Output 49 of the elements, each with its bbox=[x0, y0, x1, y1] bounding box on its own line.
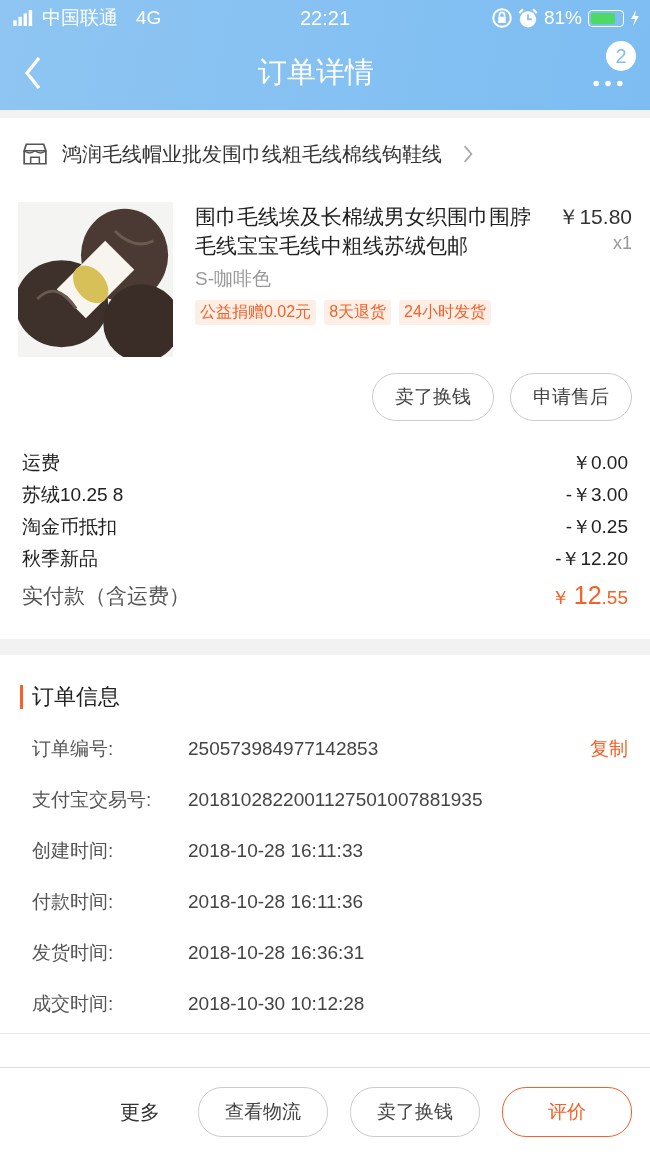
network-type: 4G bbox=[136, 7, 162, 29]
fee-label: 秋季新品 bbox=[22, 547, 98, 571]
info-value: 2018-10-30 10:12:28 bbox=[188, 992, 366, 1015]
info-value: 250573984977142853 bbox=[188, 737, 380, 760]
fee-amount: ￥0.00 bbox=[572, 451, 628, 475]
fee-label: 苏绒10.25 8 bbox=[22, 483, 124, 507]
total-amount: ￥ 12.55 bbox=[550, 581, 628, 611]
product-title[interactable]: 围巾毛线埃及长棉绒男女织围巾围脖毛线宝宝毛线中粗线苏绒包邮 bbox=[195, 202, 546, 260]
service-tag: 公益捐赠0.02元 bbox=[195, 300, 317, 325]
rotation-lock-icon bbox=[491, 8, 512, 28]
page-title: 订单详情 bbox=[257, 55, 375, 90]
fee-label: 运费 bbox=[22, 451, 60, 475]
total-label: 实付款（含运费） bbox=[22, 583, 190, 609]
service-tag: 24小时发货 bbox=[399, 300, 491, 325]
info-label: 成交时间: bbox=[32, 991, 115, 1016]
info-label: 发货时间: bbox=[32, 940, 115, 965]
notification-badge: 2 bbox=[606, 41, 636, 71]
product-price: ￥15.80 bbox=[557, 204, 632, 230]
info-label: 付款时间: bbox=[32, 889, 115, 914]
section-title: 订单信息 bbox=[20, 685, 628, 709]
info-value: 2018-10-28 16:36:31 bbox=[188, 941, 366, 964]
battery-percent: 81% bbox=[543, 7, 582, 29]
action-button[interactable]: 卖了换钱 bbox=[350, 1087, 480, 1137]
info-value: 2018-10-28 16:11:36 bbox=[188, 890, 365, 913]
info-label: 订单编号: bbox=[32, 736, 115, 761]
action-button[interactable]: 查看物流 bbox=[198, 1087, 328, 1137]
more-link[interactable]: 更多 bbox=[120, 1098, 160, 1126]
info-value: 2018-10-28 16:11:33 bbox=[188, 839, 365, 862]
fee-amount: -￥12.20 bbox=[555, 547, 628, 571]
carrier-name: 中国联通 bbox=[42, 6, 118, 30]
shop-icon bbox=[22, 142, 48, 166]
product-quantity: x1 bbox=[612, 233, 632, 254]
chevron-right-icon bbox=[462, 145, 474, 163]
shop-name[interactable]: 鸿润毛线帽业批发围巾线粗毛线棉线钩鞋线 bbox=[62, 140, 442, 168]
alarm-icon bbox=[517, 8, 538, 28]
fee-amount: -￥3.00 bbox=[565, 483, 628, 507]
info-value: 2018102822001127501007881935 bbox=[188, 788, 484, 811]
service-tag: 8天退货 bbox=[324, 300, 392, 325]
action-button[interactable]: 申请售后 bbox=[510, 373, 632, 421]
product-variant: S-咖啡色 bbox=[195, 267, 272, 291]
fee-label: 淘金币抵扣 bbox=[22, 515, 117, 539]
clock-time: 22:21 bbox=[299, 6, 351, 30]
fee-amount: -￥0.25 bbox=[565, 515, 628, 539]
action-button[interactable]: 卖了换钱 bbox=[372, 373, 494, 421]
info-label: 创建时间: bbox=[32, 838, 115, 863]
info-label: 支付宝交易号: bbox=[32, 787, 153, 812]
more-icon[interactable] bbox=[593, 80, 623, 87]
charging-icon bbox=[630, 10, 640, 26]
battery-icon bbox=[588, 9, 624, 27]
